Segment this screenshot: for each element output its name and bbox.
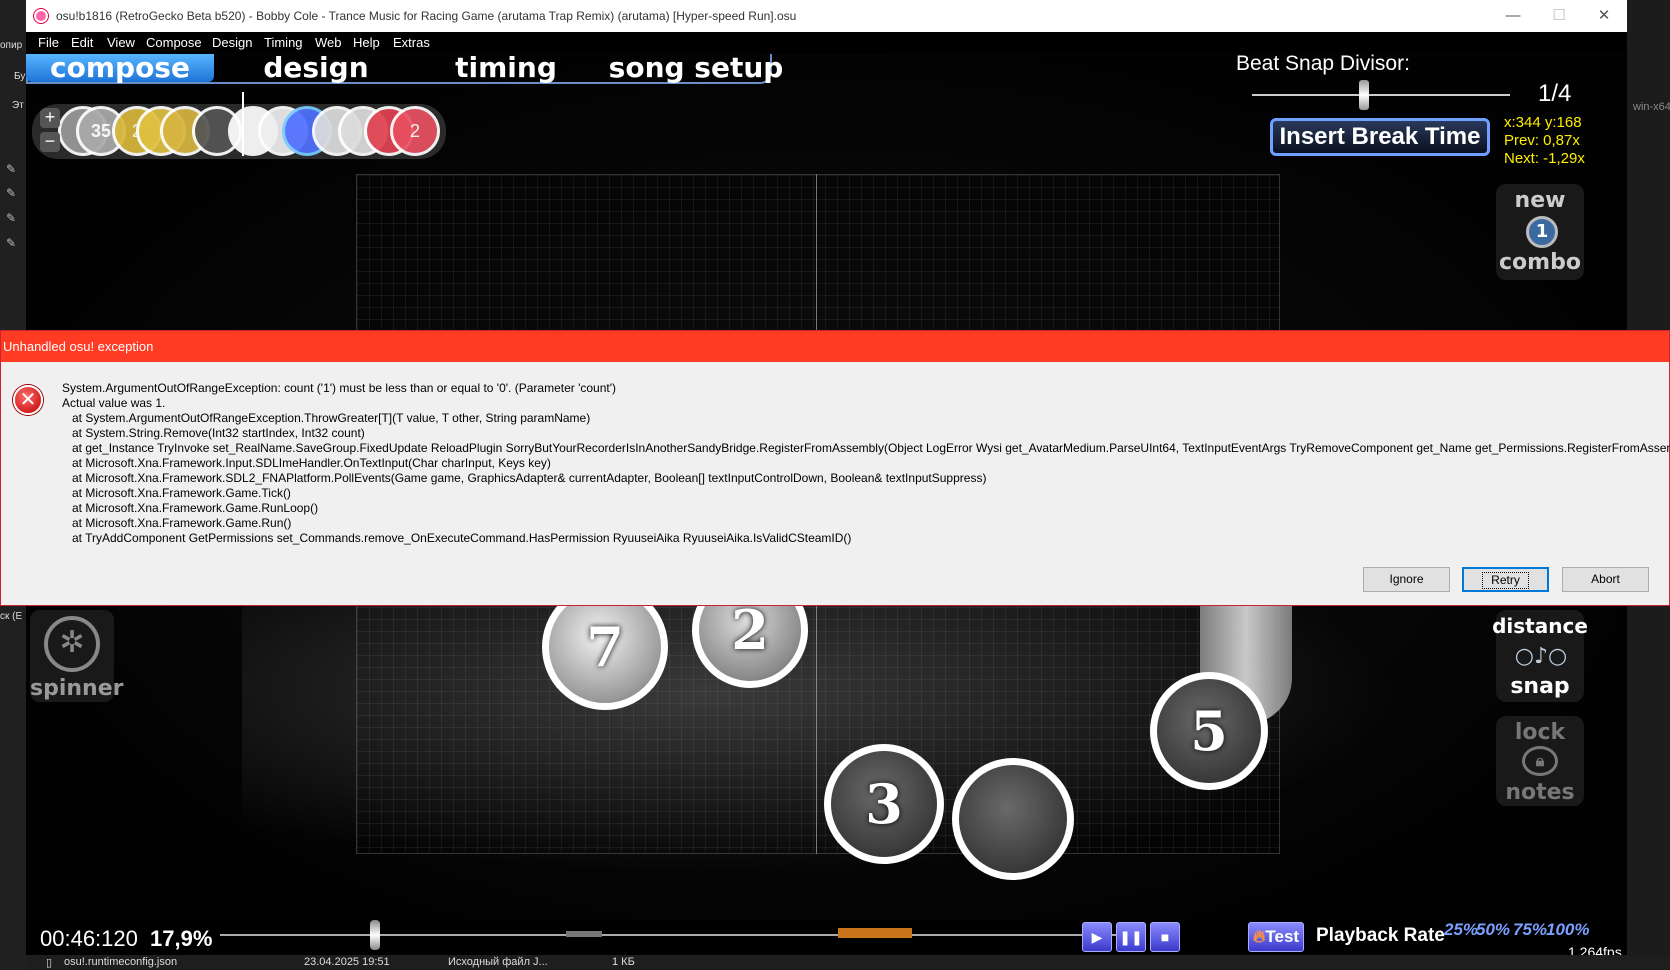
title-bar[interactable]: osu!b1816 (RetroGecko Beta b520) - Bobby… — [26, 0, 1627, 32]
beat-snap-label: Beat Snap Divisor: — [1236, 52, 1410, 75]
distance-snap-label-bottom: snap — [1510, 674, 1570, 699]
menu-web[interactable]: Web — [315, 35, 342, 50]
lock-notes-label-bottom: notes — [1505, 780, 1575, 805]
timeline-circle: 2 — [390, 106, 440, 156]
error-icon: ✕ — [13, 385, 43, 415]
hit-circle[interactable]: 5 — [1150, 672, 1268, 790]
menu-compose[interactable]: Compose — [146, 35, 202, 50]
close-button[interactable]: ✕ — [1581, 0, 1627, 32]
lock-notes-label-top: lock — [1514, 720, 1566, 745]
song-seek-bar[interactable] — [220, 934, 1116, 936]
file-date: 23.04.2025 19:51 — [304, 956, 390, 968]
beat-snap-value: 1/4 — [1538, 80, 1572, 107]
tab-compose[interactable]: compose — [26, 54, 214, 82]
file-icon: ▯ — [46, 957, 53, 969]
insert-break-button[interactable]: Insert Break Time — [1270, 118, 1490, 156]
zoom-in-button[interactable]: + — [40, 108, 60, 128]
song-progress-percent: 17,9% — [150, 926, 213, 951]
spinner-tool-label: spinner — [30, 676, 124, 701]
pin-icon[interactable]: ✎ — [6, 186, 16, 200]
playback-rate-label: Playback Rate — [1316, 925, 1445, 946]
abort-button[interactable]: Abort — [1562, 567, 1649, 592]
new-combo-label-bottom: combo — [1499, 250, 1581, 275]
cursor-info: x:344 y:168 Prev: 0,87x Next: -1,29x — [1504, 114, 1585, 168]
explorer-label: опир — [0, 40, 23, 51]
tab-timing[interactable]: timing — [416, 54, 596, 82]
file-name: osu!.runtimeconfig.json — [64, 956, 178, 968]
distance-snap-icon: ○♪○ — [1514, 644, 1568, 669]
cursor-coords: x:344 y:168 — [1504, 114, 1582, 131]
current-time: 00:46:120 — [40, 926, 138, 951]
explorer-label: Бу — [14, 71, 26, 82]
ignore-button[interactable]: Ignore — [1363, 567, 1450, 592]
rate-25[interactable]: 25% — [1444, 920, 1478, 940]
kiai-marker — [838, 928, 912, 938]
seek-handle[interactable] — [370, 920, 380, 950]
prev-distance: Prev: 0,87x — [1504, 132, 1580, 149]
menu-design[interactable]: Design — [212, 35, 252, 50]
osu-logo-icon — [34, 9, 48, 23]
pin-icon[interactable]: ✎ — [6, 211, 16, 225]
menu-view[interactable]: View — [107, 35, 135, 50]
retry-label: Retry — [1482, 572, 1529, 589]
new-combo-icon: 1 — [1526, 216, 1558, 248]
rate-100[interactable]: 100% — [1546, 920, 1589, 940]
menu-help[interactable]: Help — [353, 35, 380, 50]
break-marker — [566, 931, 602, 937]
fps-counter: 1 264fps — [1568, 944, 1622, 955]
menu-timing[interactable]: Timing — [264, 35, 303, 50]
error-dialog: Unhandled osu! exception ✕ System.Argume… — [0, 330, 1670, 606]
maximize-button[interactable]: ☐ — [1536, 0, 1582, 32]
zoom-out-button[interactable]: − — [40, 132, 60, 152]
tab-song-setup[interactable]: song setup — [596, 54, 796, 82]
new-combo-label-top: new — [1514, 188, 1566, 213]
explorer-file-row[interactable]: ▯ osu!.runtimeconfig.json 23.04.2025 19:… — [26, 955, 1670, 970]
pause-button[interactable]: ❚❚ — [1116, 922, 1146, 952]
file-type: Исходный файл J... — [448, 956, 548, 968]
slider-end-circle[interactable] — [952, 758, 1074, 880]
beat-snap-handle[interactable] — [1359, 80, 1369, 110]
tab-design[interactable]: design — [226, 54, 406, 82]
menu-edit[interactable]: Edit — [71, 35, 93, 50]
explorer-path-label: win-x64 — [1633, 101, 1670, 113]
timeline-playhead — [242, 92, 244, 156]
rate-75[interactable]: 75% — [1513, 920, 1547, 940]
lock-icon: 🔒︎ — [1522, 746, 1558, 776]
pin-icon[interactable]: ✎ — [6, 162, 16, 176]
stop-button[interactable]: ■ — [1150, 922, 1180, 952]
screen: опир Бу Эт ✎ ✎ ✎ ✎ ск (E win-x64 ▯ osu!.… — [0, 0, 1670, 970]
test-label: Test — [1265, 927, 1300, 946]
spinner-icon: ✲ — [44, 616, 100, 672]
retry-button[interactable]: Retry — [1462, 567, 1549, 592]
test-button[interactable]: 🔥︎Test — [1248, 922, 1304, 952]
pin-icon[interactable]: ✎ — [6, 236, 16, 250]
dialog-title: Unhandled osu! exception — [1, 331, 1669, 362]
next-distance: Next: -1,29x — [1504, 150, 1585, 167]
exception-message: System.ArgumentOutOfRangeException: coun… — [62, 381, 1670, 545]
hit-circle[interactable]: 3 — [824, 744, 944, 864]
file-size: 1 КБ — [612, 956, 635, 968]
test-icon: 🔥︎ — [1252, 927, 1266, 946]
timeline[interactable]: 35 2 2 + − — [32, 104, 446, 159]
rate-50[interactable]: 50% — [1476, 920, 1510, 940]
play-button[interactable]: ▶ — [1082, 922, 1112, 952]
menu-extras[interactable]: Extras — [393, 35, 430, 50]
explorer-label: ск (E — [0, 611, 23, 622]
beat-snap-slider[interactable] — [1252, 94, 1510, 96]
explorer-label: Эт — [12, 100, 24, 111]
window-title: osu!b1816 (RetroGecko Beta b520) - Bobby… — [56, 9, 797, 23]
distance-snap-label-top: distance — [1492, 614, 1588, 638]
menu-file[interactable]: File — [38, 35, 59, 50]
minimize-button[interactable]: — — [1490, 0, 1536, 32]
